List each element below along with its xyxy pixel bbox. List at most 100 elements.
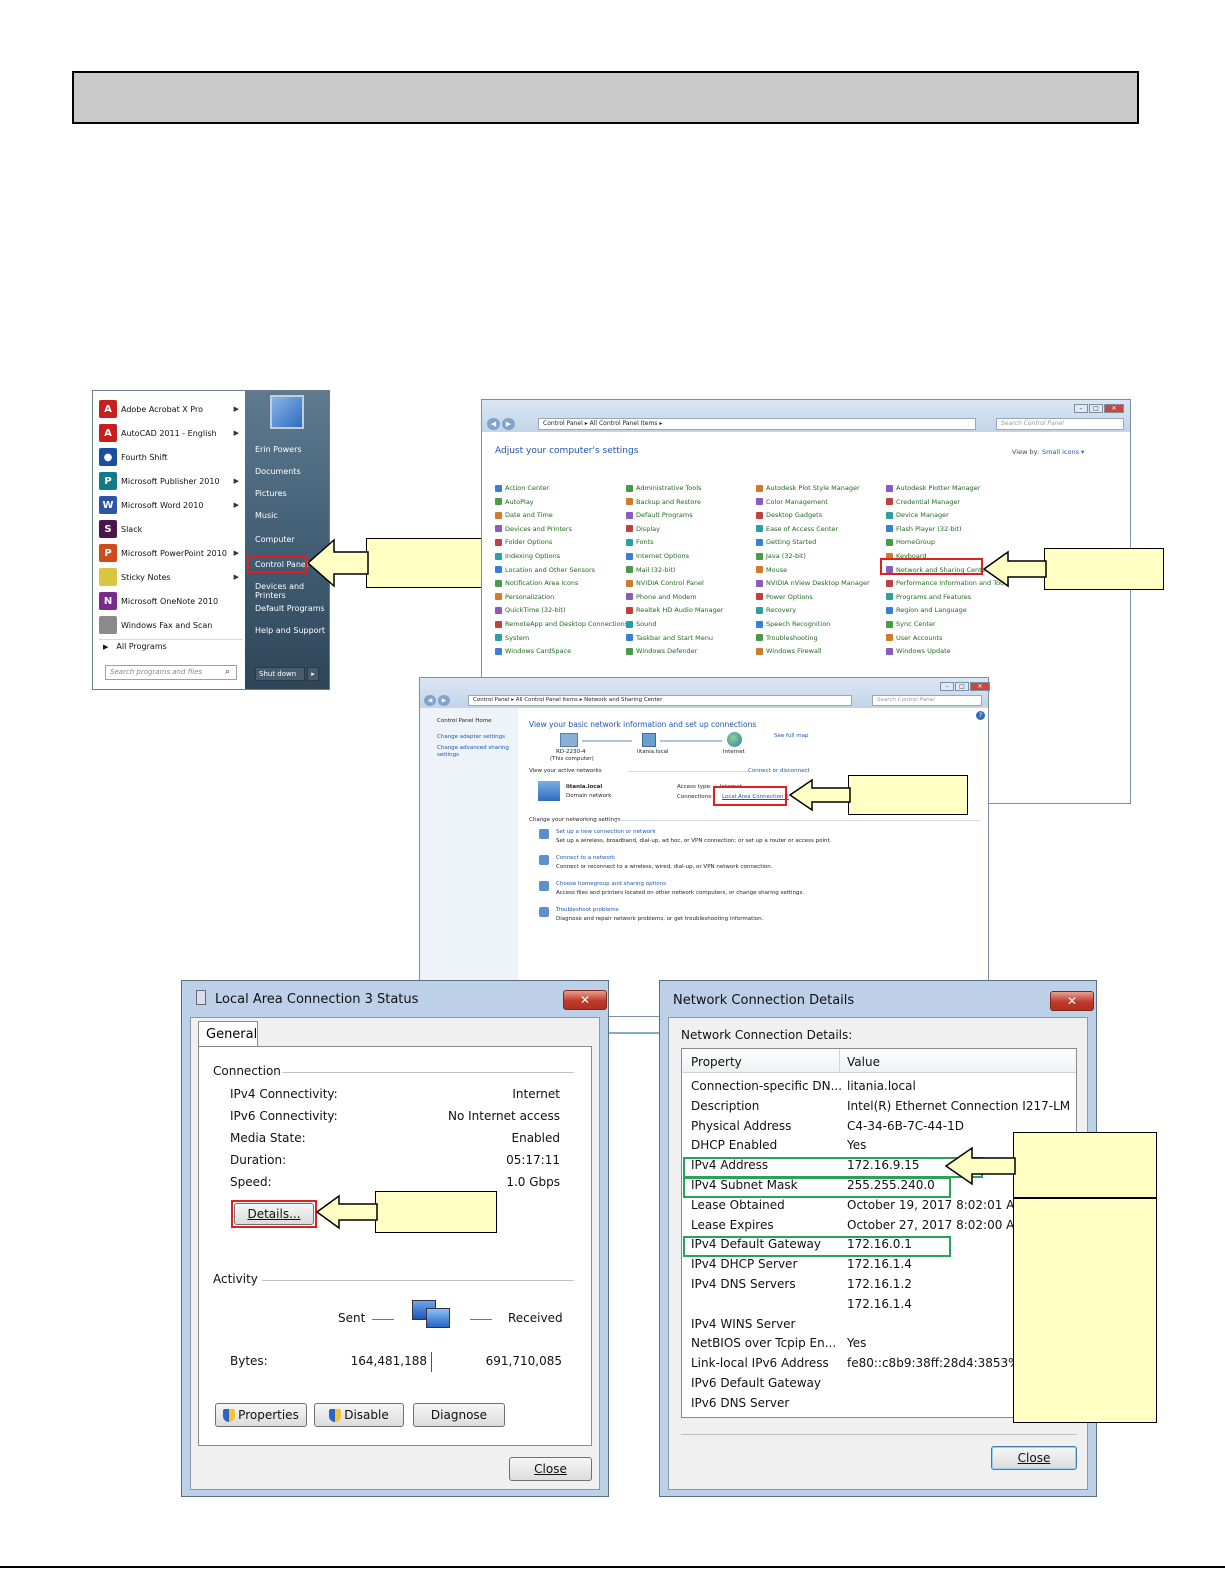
close-icon[interactable]: ✕ [970, 682, 990, 691]
start-right-item[interactable]: Erin Powers [255, 445, 302, 454]
maximize-icon[interactable]: □ [1089, 404, 1103, 413]
start-program-item[interactable]: P Microsoft Publisher 2010 ▶ [99, 469, 243, 493]
back-icon[interactable]: ◀ [424, 695, 436, 706]
control-panel-item[interactable]: Display [626, 525, 660, 533]
shutdown-button[interactable]: Shut down [255, 667, 305, 681]
properties-button[interactable]: Properties [215, 1403, 307, 1427]
control-panel-item[interactable]: Autodesk Plotter Manager [886, 484, 980, 492]
control-panel-item[interactable]: Getting Started [756, 538, 816, 546]
control-panel-item[interactable]: Troubleshooting [756, 634, 818, 642]
forward-icon[interactable]: ▶ [438, 695, 450, 706]
control-panel-item[interactable]: Backup and Restore [626, 498, 701, 506]
start-right-item[interactable]: Music [255, 511, 278, 520]
control-panel-item[interactable]: Desktop Gadgets [756, 511, 822, 519]
start-program-item[interactable]: A Adobe Acrobat X Pro ▶ [99, 397, 243, 421]
control-panel-item[interactable]: NVIDIA nView Desktop Manager [756, 579, 870, 587]
help-icon[interactable]: ? [976, 711, 985, 720]
control-panel-item[interactable]: Fonts [626, 538, 654, 546]
control-panel-item[interactable]: Ease of Access Center [756, 525, 838, 533]
start-program-item[interactable]: P Microsoft PowerPoint 2010 ▶ [99, 541, 243, 565]
control-panel-item[interactable]: Flash Player (32-bit) [886, 525, 962, 533]
column-header-property[interactable]: Property [691, 1055, 742, 1069]
control-panel-item[interactable]: Mail (32-bit) [626, 566, 675, 574]
control-panel-item[interactable]: Folder Options [495, 538, 552, 546]
shutdown-options-icon[interactable]: ▸ [307, 667, 319, 681]
sidebar-item-adapter[interactable]: Change adapter settings [437, 734, 505, 740]
control-panel-item[interactable]: AutoPlay [495, 498, 534, 506]
control-panel-item[interactable]: Taskbar and Start Menu [626, 634, 713, 642]
close-icon[interactable]: ✕ [1050, 991, 1094, 1011]
forward-icon[interactable]: ▶ [502, 418, 515, 430]
control-panel-item[interactable]: Speech Recognition [756, 620, 830, 628]
control-panel-item[interactable]: Sound [626, 620, 656, 628]
start-right-item[interactable]: Default Programs [255, 604, 325, 613]
control-panel-item[interactable]: Phone and Modem [626, 593, 697, 601]
start-program-item[interactable]: Sticky Notes ▶ [99, 565, 243, 589]
minimize-icon[interactable]: – [940, 682, 954, 691]
sidebar-item-sharing[interactable]: Change advanced sharing settings [437, 745, 509, 759]
control-panel-item[interactable]: Region and Language [886, 606, 967, 614]
see-full-map-link[interactable]: See full map [774, 733, 808, 739]
search-input[interactable]: Search Control Panel [872, 695, 982, 706]
control-panel-item[interactable]: Programs and Features [886, 593, 971, 601]
sidebar-item-home[interactable]: Control Panel Home [437, 718, 491, 724]
control-panel-item[interactable]: Date and Time [495, 511, 553, 519]
close-icon[interactable]: ✕ [1104, 404, 1124, 413]
control-panel-item[interactable]: Indexing Options [495, 552, 560, 560]
start-right-item[interactable]: Help and Support [255, 626, 325, 635]
control-panel-item[interactable]: Realtek HD Audio Manager [626, 606, 723, 614]
control-panel-item[interactable]: QuickTime (32-bit) [495, 606, 566, 614]
view-by-dropdown[interactable]: Small icons ▾ [1042, 448, 1084, 456]
control-panel-item[interactable]: Windows CardSpace [495, 647, 571, 655]
start-program-item[interactable]: A AutoCAD 2011 - English ▶ [99, 421, 243, 445]
start-search-input[interactable]: Search programs and files [105, 665, 237, 680]
control-panel-item[interactable]: Recovery [756, 606, 796, 614]
control-panel-item[interactable]: Action Center [495, 484, 549, 492]
start-program-item[interactable]: Windows Fax and Scan [99, 613, 243, 637]
start-right-item[interactable]: Pictures [255, 489, 287, 498]
maximize-icon[interactable]: □ [955, 682, 969, 691]
start-program-item[interactable]: S Slack [99, 517, 243, 541]
control-panel-item[interactable]: Administrative Tools [626, 484, 701, 492]
search-input[interactable]: Search Control Panel [996, 418, 1124, 430]
diagnose-button[interactable]: Diagnose [413, 1403, 505, 1427]
control-panel-item[interactable]: Internet Options [626, 552, 689, 560]
control-panel-item[interactable]: Windows Update [886, 647, 951, 655]
control-panel-item[interactable]: Windows Firewall [756, 647, 822, 655]
network-task-link[interactable]: Set up a new connection or network [556, 829, 656, 835]
start-right-item[interactable]: Computer [255, 535, 295, 544]
control-panel-item[interactable]: Default Programs [626, 511, 693, 519]
table-row[interactable]: Description Intel(R) Ethernet Connection … [682, 1097, 1076, 1116]
column-header-value[interactable]: Value [847, 1055, 880, 1069]
control-panel-item[interactable]: HomeGroup [886, 538, 935, 546]
control-panel-item[interactable]: Location and Other Sensors [495, 566, 595, 574]
tab-general[interactable]: General [198, 1021, 258, 1047]
control-panel-item[interactable]: Java (32-bit) [756, 552, 806, 560]
start-program-item[interactable]: N Microsoft OneNote 2010 [99, 589, 243, 613]
control-panel-item[interactable]: System [495, 634, 529, 642]
control-panel-item[interactable]: Notification Area Icons [495, 579, 578, 587]
control-panel-item[interactable]: Power Options [756, 593, 813, 601]
address-bar[interactable]: Control Panel ▸ All Control Panel Items … [538, 418, 976, 430]
control-panel-item[interactable]: Color Management [756, 498, 828, 506]
network-task-link[interactable]: Choose homegroup and sharing options [556, 881, 666, 887]
control-panel-item[interactable]: Devices and Printers [495, 525, 572, 533]
address-bar[interactable]: Control Panel ▸ All Control Panel Items … [468, 695, 852, 706]
all-programs-item[interactable]: ▶ All Programs [103, 642, 167, 651]
connect-disconnect-link[interactable]: Connect or disconnect [748, 768, 810, 774]
close-button[interactable]: Close [991, 1446, 1077, 1470]
start-right-item[interactable]: Documents [255, 467, 301, 476]
start-program-item[interactable]: ● Fourth Shift [99, 445, 243, 469]
control-panel-item[interactable]: Personalization [495, 593, 554, 601]
control-panel-item[interactable]: Credential Manager [886, 498, 960, 506]
disable-button[interactable]: Disable [314, 1403, 404, 1427]
control-panel-item[interactable]: RemoteApp and Desktop Connections [495, 620, 628, 628]
table-row[interactable]: Connection-specific DN... litania.local [682, 1077, 1076, 1096]
control-panel-item[interactable]: Windows Defender [626, 647, 697, 655]
control-panel-item[interactable]: Autodesk Plot Style Manager [756, 484, 860, 492]
start-program-item[interactable]: W Microsoft Word 2010 ▶ [99, 493, 243, 517]
close-button[interactable]: Close [509, 1457, 592, 1481]
control-panel-item[interactable]: Device Manager [886, 511, 949, 519]
control-panel-item[interactable]: Sync Center [886, 620, 936, 628]
close-icon[interactable]: ✕ [563, 990, 607, 1010]
